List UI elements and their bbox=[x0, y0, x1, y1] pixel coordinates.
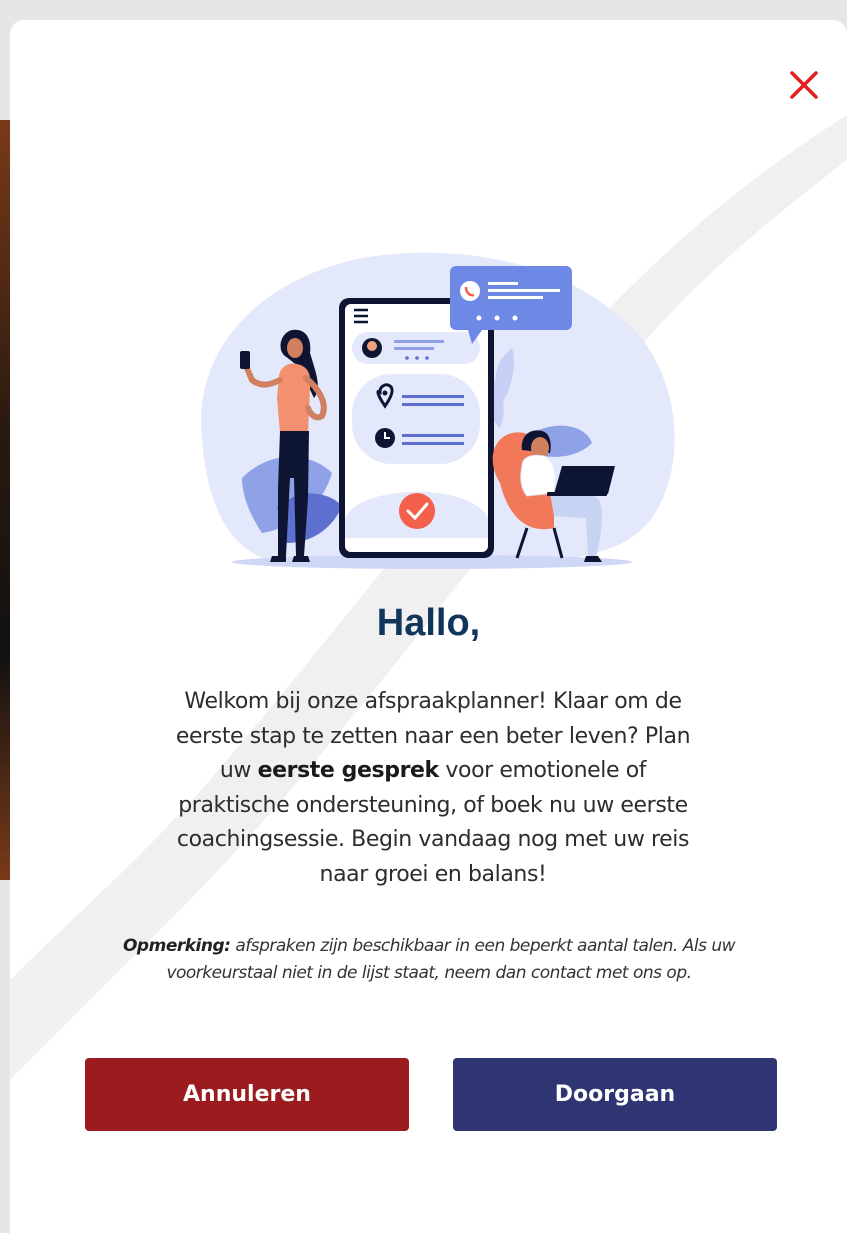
continue-button[interactable]: Doorgaan bbox=[453, 1058, 777, 1131]
close-icon bbox=[790, 71, 818, 99]
dialog-intro: Welkom bij onze afspraakplanner! Klaar o… bbox=[173, 685, 693, 892]
welcome-dialog: Hallo, Welkom bij onze afspraakplanner! … bbox=[10, 20, 847, 1233]
close-button[interactable] bbox=[785, 66, 823, 104]
note-label: Opmerking: bbox=[122, 936, 231, 956]
note-text: afspraken zijn beschikbaar in een beperk… bbox=[166, 936, 736, 983]
intro-text-bold: eerste gesprek bbox=[257, 758, 440, 783]
cancel-button[interactable]: Annuleren bbox=[85, 1058, 409, 1131]
dialog-title: Hallo, bbox=[376, 602, 481, 644]
dialog-note: Opmerking: afspraken zijn beschikbaar in… bbox=[74, 933, 784, 987]
appointment-booking-illustration bbox=[201, 252, 675, 569]
